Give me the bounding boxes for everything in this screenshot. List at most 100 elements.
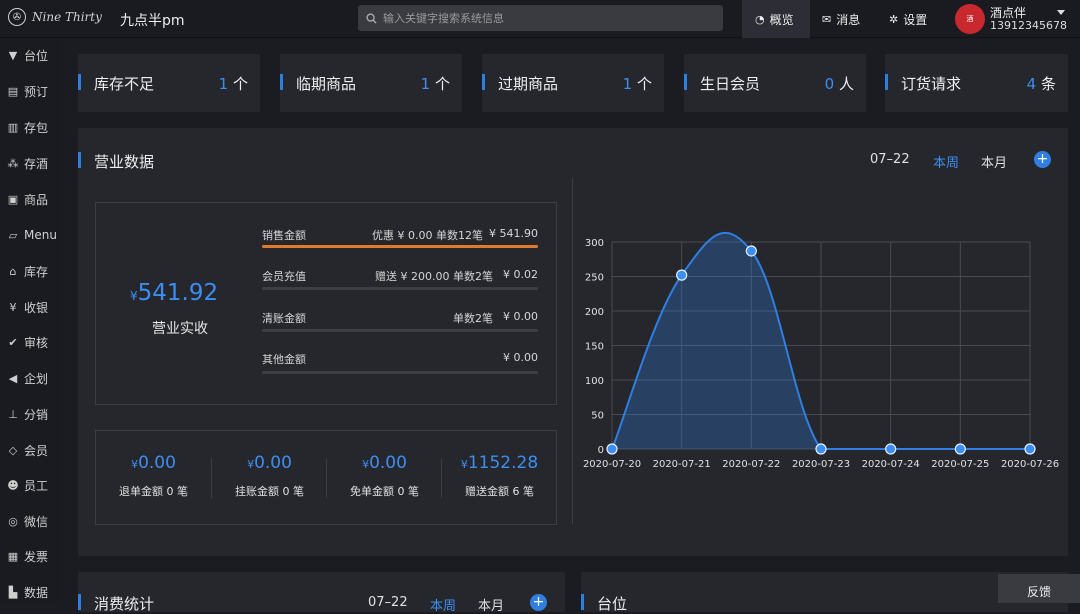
- sidebar-item-inventory[interactable]: ⌂ 库存: [0, 256, 60, 286]
- sidebar-item-table[interactable]: ▼ 台位: [0, 40, 60, 70]
- row-progress: [262, 245, 538, 248]
- yen-icon: ¥: [9, 300, 17, 314]
- sidebar-item-label: 会员: [24, 443, 49, 458]
- sidebar-item-reservation[interactable]: ▤ 预订: [0, 76, 60, 106]
- sidebar-item-label: 审核: [24, 335, 49, 350]
- table-panel: 台位: [581, 572, 1068, 613]
- sidebar: ▼ 台位 ▤ 预订 ▥ 存包 ⁂ 存酒 ▣ 商品 ▱ Menu ⌂ 库存 ¥ 收银 ✔ 审核 ◀ 企…: [0, 38, 60, 603]
- stat-count: 4: [1026, 75, 1037, 93]
- nav-settings-label: 设置: [903, 12, 928, 27]
- date-selector[interactable]: 07–22: [870, 152, 910, 167]
- x-tick-label: 2020-07-22: [722, 459, 780, 470]
- x-tick-label: 2020-07-25: [931, 459, 989, 470]
- stat-label: 库存不足: [94, 75, 155, 93]
- sidebar-item-wechat[interactable]: ◎ 微信: [0, 506, 60, 536]
- total-label: 营业实收: [152, 321, 208, 337]
- diamond-icon: ◇: [8, 443, 18, 457]
- megaphone-icon: ◀: [8, 371, 18, 385]
- add-icon[interactable]: +: [1034, 151, 1051, 168]
- app-logo[interactable]: ✇ Nine Thirty: [8, 8, 102, 26]
- sidebar-item-distribution[interactable]: ⊥ 分销: [0, 399, 60, 429]
- row-amount: ¥ 0.02: [503, 268, 538, 281]
- x-tick-label: 2020-07-24: [862, 459, 920, 470]
- stat-count: 1: [420, 75, 431, 93]
- data-point: [676, 269, 688, 281]
- y-tick-label: 50: [591, 411, 604, 422]
- data-point: [745, 245, 757, 257]
- invoice-icon: ▦: [7, 549, 19, 563]
- x-tick-label: 2020-07-21: [653, 459, 711, 470]
- revenue-chart: 0 50 100 150 200 250 300 2020-07-20 2020-07-21 20…: [583, 231, 1059, 470]
- free-label: 免单金额 0 笔: [350, 485, 419, 498]
- sidebar-item-bag-storage[interactable]: ▥ 存包: [0, 112, 60, 142]
- avatar[interactable]: 酒: [955, 4, 985, 34]
- sidebar-item-label: 预订: [24, 84, 49, 99]
- funnel-icon: ▼: [8, 48, 18, 62]
- sidebar-item-invoice[interactable]: ▦ 发票: [0, 541, 60, 571]
- bag-icon: ▣: [7, 192, 19, 206]
- row-label: 会员充值: [262, 270, 306, 283]
- stat-unit: 个: [636, 75, 652, 93]
- store-name[interactable]: 九点半pm: [120, 10, 185, 30]
- sidebar-item-label: 存包: [24, 120, 49, 135]
- stat-unit: 个: [434, 75, 450, 93]
- sidebar-item-wine-storage[interactable]: ⁂ 存酒: [0, 148, 60, 178]
- sidebar-item-label: 存酒: [24, 156, 49, 171]
- home-icon: ⌂: [9, 264, 17, 278]
- nav-messages[interactable]: ✉ 消息: [822, 0, 860, 38]
- sidebar-item-label: 收银: [24, 300, 49, 315]
- sidebar-item-cashier[interactable]: ¥ 收银: [0, 292, 60, 322]
- row-amount: ¥ 0.00: [503, 351, 538, 364]
- stat-count: 1: [218, 75, 229, 93]
- stat-label: 过期商品: [498, 75, 559, 93]
- sidebar-item-planning[interactable]: ◀ 企划: [0, 363, 60, 393]
- users-icon: ☻: [7, 478, 19, 492]
- sidebar-item-label: 数据: [24, 585, 49, 600]
- y-tick-label: 0: [598, 445, 604, 456]
- row-label: 其他金额: [262, 353, 306, 366]
- row-label: 销售金额: [262, 229, 306, 242]
- y-tick-label: 250: [585, 273, 604, 284]
- y-tick-label: 300: [585, 238, 604, 249]
- chevron-down-icon[interactable]: [1057, 10, 1065, 15]
- section-title: 营业数据: [94, 153, 155, 171]
- sidebar-item-staff[interactable]: ☻ 员工: [0, 470, 60, 500]
- row-progress: [262, 329, 538, 332]
- top-bar: ✇ Nine Thirty 九点半pm 输入关键字搜索系统信息 ◔ 概览 ✉ 消…: [0, 0, 1080, 38]
- credit-label: 挂账金额 0 笔: [235, 485, 304, 498]
- y-tick-label: 100: [585, 376, 604, 387]
- wechat-icon: ◎: [8, 514, 18, 528]
- nav-settings[interactable]: ✲ 设置: [889, 0, 927, 38]
- stat-card-near-expiry[interactable]: 临期商品 1 个: [280, 54, 462, 112]
- stat-card-expired[interactable]: 过期商品 1 个: [482, 54, 664, 112]
- sidebar-item-menu[interactable]: ▱ Menu: [0, 220, 60, 250]
- search-input[interactable]: 输入关键字搜索系统信息: [383, 10, 504, 26]
- sidebar-item-members[interactable]: ◇ 会员: [0, 435, 60, 465]
- data-point: [815, 443, 827, 455]
- stat-label: 生日会员: [700, 75, 761, 93]
- data-point: [954, 443, 966, 455]
- user-phone: 13912345678: [990, 19, 1067, 32]
- tab-week[interactable]: 本周: [430, 595, 456, 614]
- row-detail: 赠送 ¥ 200.00 单数2笔: [375, 270, 493, 283]
- tab-week[interactable]: 本周: [933, 152, 959, 171]
- sidebar-item-review[interactable]: ✔ 审核: [0, 327, 60, 357]
- row-progress: [262, 287, 538, 290]
- search-bar[interactable]: 输入关键字搜索系统信息: [358, 5, 723, 31]
- sidebar-item-label: 分销: [24, 407, 49, 422]
- refund-label: 退单金额 0 笔: [119, 485, 188, 498]
- stat-card-low-stock[interactable]: 库存不足 1 个: [78, 54, 260, 112]
- nav-overview[interactable]: ◔ 概览: [742, 0, 810, 38]
- envelope-icon: ✉: [822, 12, 832, 26]
- stat-card-birthday-members[interactable]: 生日会员 0 人: [684, 54, 866, 112]
- tab-month[interactable]: 本月: [478, 595, 504, 614]
- logo-mark-icon: ✇: [8, 8, 26, 26]
- stat-card-order-requests[interactable]: 订货请求 4 条: [885, 54, 1068, 112]
- sidebar-item-products[interactable]: ▣ 商品: [0, 184, 60, 214]
- row-progress: [262, 371, 538, 374]
- y-tick-label: 150: [585, 342, 604, 353]
- gift-label: 赠送金额 6 笔: [465, 485, 534, 498]
- tab-month[interactable]: 本月: [981, 152, 1007, 171]
- y-tick-label: 200: [585, 307, 604, 318]
- feedback-button[interactable]: 反馈: [998, 574, 1080, 603]
